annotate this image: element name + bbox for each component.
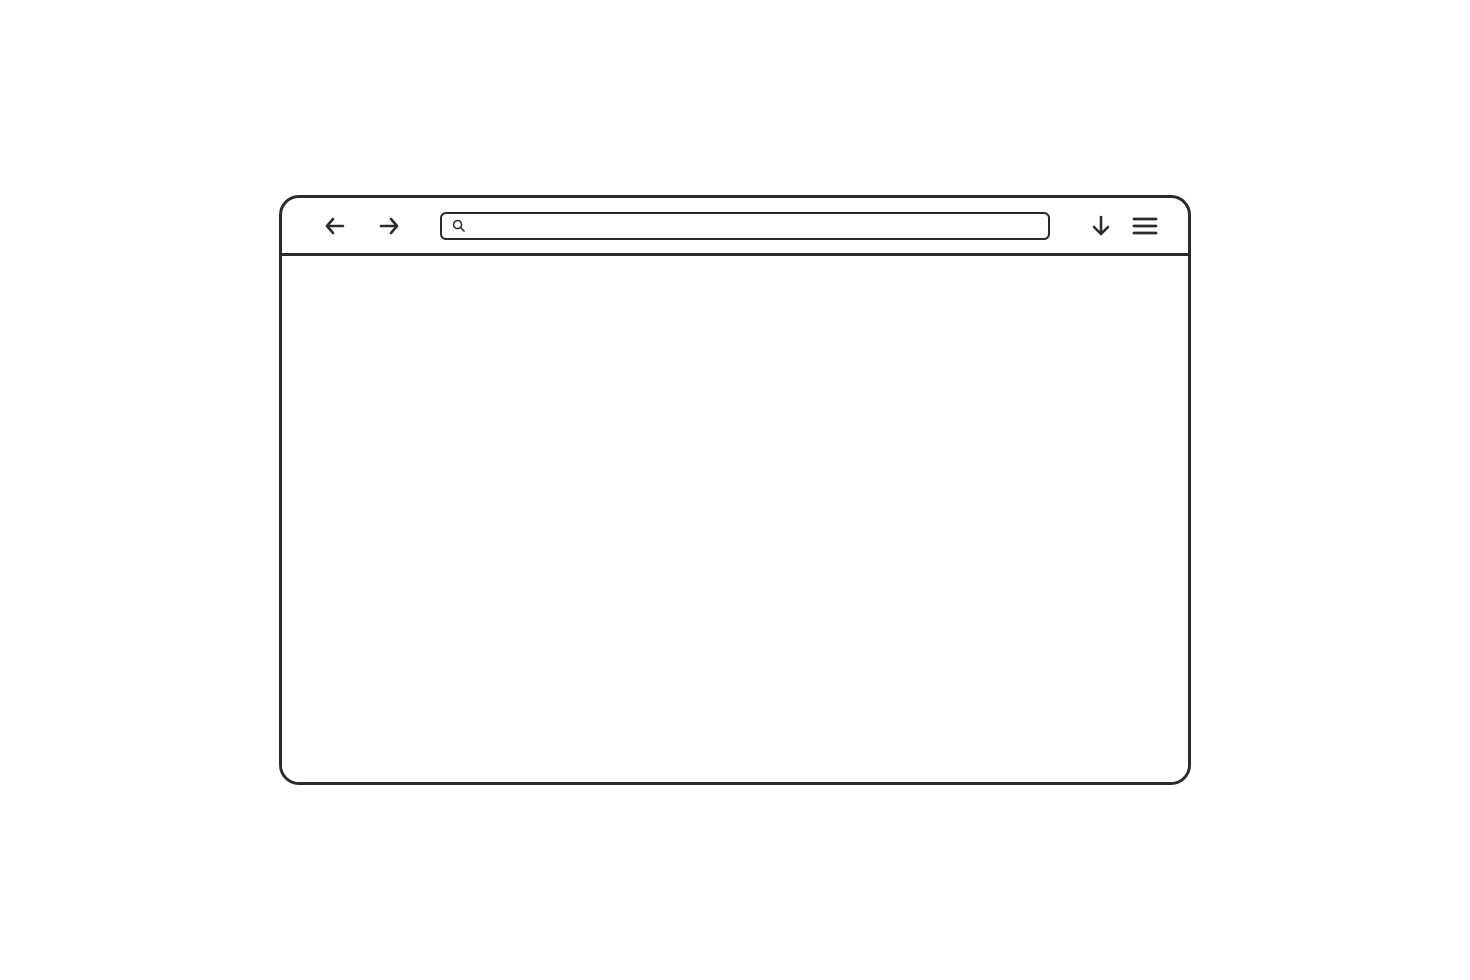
menu-button[interactable] [1132, 213, 1158, 239]
download-button[interactable] [1088, 213, 1114, 239]
nav-button-group [322, 213, 402, 239]
browser-window [279, 195, 1191, 785]
search-icon [450, 218, 466, 234]
back-button[interactable] [322, 213, 348, 239]
address-input[interactable] [472, 218, 1040, 233]
browser-content-area [282, 256, 1188, 782]
address-bar[interactable] [440, 212, 1050, 240]
arrow-left-icon [323, 214, 347, 238]
arrow-right-icon [377, 214, 401, 238]
browser-toolbar [282, 198, 1188, 256]
arrow-down-icon [1089, 214, 1113, 238]
hamburger-menu-icon [1132, 214, 1158, 238]
right-button-group [1088, 213, 1158, 239]
forward-button[interactable] [376, 213, 402, 239]
